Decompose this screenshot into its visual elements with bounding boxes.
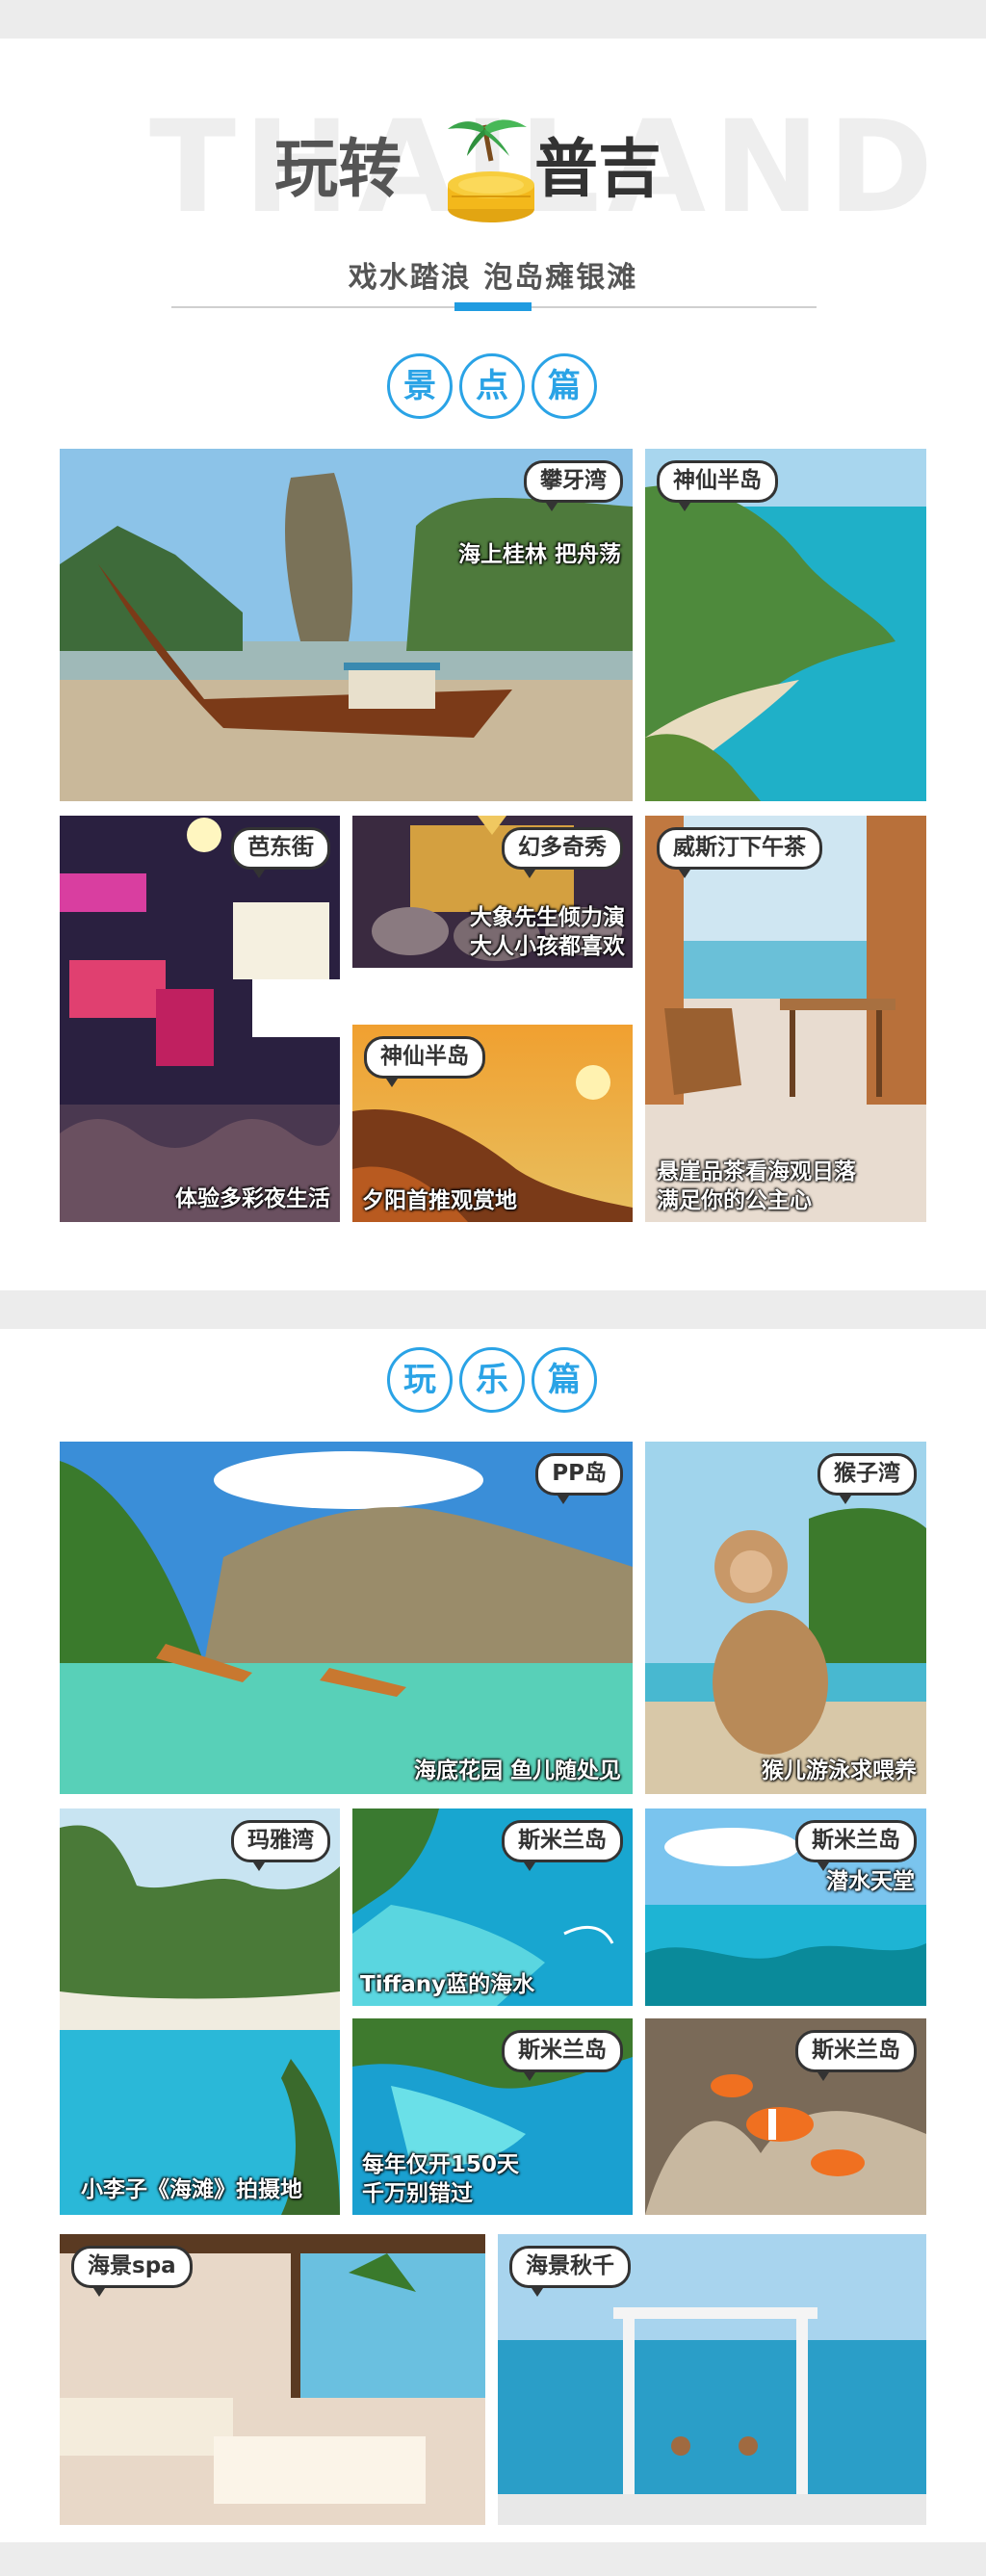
photo-maya-bay[interactable]: 玛雅湾 小李子《海滩》拍摄地 xyxy=(60,1808,340,2215)
palm-coin-icon xyxy=(448,119,534,222)
page-title: 玩转 普吉 xyxy=(274,119,717,241)
tag-bubble: 攀牙湾 xyxy=(524,460,623,511)
tag-bubble: 斯米兰岛 xyxy=(795,1820,917,1871)
photo-caption: 海上桂林 把舟荡 xyxy=(457,542,621,567)
photo-sunset-cape[interactable]: 神仙半岛 夕阳首推观赏地 xyxy=(352,1025,633,1222)
photo-caption: 体验多彩夜生活 xyxy=(175,1186,330,1212)
section-char: 篇 xyxy=(532,1347,597,1413)
photo-similan-aerial[interactable]: 斯米兰岛 Tiffany蓝的海水 xyxy=(352,1808,633,2006)
tag-bubble: 海景spa xyxy=(71,2246,193,2297)
photo-caption: 夕阳首推观赏地 xyxy=(362,1188,517,1214)
title-left: 玩转 xyxy=(274,132,402,206)
photo-fantasea-show[interactable]: 幻多奇秀 大象先生倾力演 大人小孩都喜欢 xyxy=(352,816,633,968)
photo-caption-multi: 每年仅开150天 千万别错过 xyxy=(362,2152,520,2207)
photo-similan-clownfish[interactable]: 斯米兰岛 xyxy=(645,2018,926,2215)
photo-caption: 猴儿游泳求喂养 xyxy=(762,1758,917,1784)
photo-similan-cove[interactable]: 斯米兰岛 每年仅开150天 千万别错过 xyxy=(352,2018,633,2215)
photo-phang-nga-bay[interactable]: 攀牙湾 海上桂林 把舟荡 xyxy=(60,449,633,801)
photo-caption: 小李子《海滩》拍摄地 xyxy=(81,2177,302,2203)
subtitle-accent-bar xyxy=(454,302,532,311)
photo-monkey-bay[interactable]: 猴子湾 猴儿游泳求喂养 xyxy=(645,1442,926,1794)
section-heading-fun: 玩 乐 篇 xyxy=(0,1347,986,1424)
photo-caption: 海底花园 鱼儿随处见 xyxy=(413,1758,621,1784)
photo-similan-dive[interactable]: 斯米兰岛 潜水天堂 xyxy=(645,1808,926,2006)
section-char: 点 xyxy=(459,353,525,419)
tag-bubble: 斯米兰岛 xyxy=(502,2030,623,2081)
photo-phi-phi-island[interactable]: PP岛 海底花园 鱼儿随处见 xyxy=(60,1442,633,1794)
section-heading-spots: 景 点 篇 xyxy=(0,353,986,430)
tag-bubble: PP岛 xyxy=(535,1453,623,1504)
photo-seaview-swing[interactable]: 海景秋千 xyxy=(498,2234,926,2525)
tag-bubble: 斯米兰岛 xyxy=(795,2030,917,2081)
photo-westin-tea[interactable]: 威斯汀下午茶 悬崖品茶看海观日落 满足你的公主心 xyxy=(645,816,926,1222)
photo-seaview-spa[interactable]: 海景spa xyxy=(60,2234,485,2525)
photo-promthep-cape[interactable]: 神仙半岛 xyxy=(645,449,926,801)
photo-caption: Tiffany蓝的海水 xyxy=(360,1972,535,1998)
title-right: 普吉 xyxy=(534,132,662,206)
tag-bubble: 芭东街 xyxy=(231,827,330,878)
tag-bubble: 威斯汀下午茶 xyxy=(657,827,822,878)
section-char: 篇 xyxy=(532,353,597,419)
top-band xyxy=(0,0,986,39)
tag-bubble: 海景秋千 xyxy=(509,2246,631,2297)
photo-caption-multi: 大象先生倾力演 大人小孩都喜欢 xyxy=(470,905,625,960)
section-char: 玩 xyxy=(387,1347,453,1413)
tag-bubble: 神仙半岛 xyxy=(364,1036,485,1087)
tag-bubble: 神仙半岛 xyxy=(657,460,778,511)
photo-caption-multi: 悬崖品茶看海观日落 满足你的公主心 xyxy=(657,1159,856,1214)
tag-bubble: 玛雅湾 xyxy=(231,1820,330,1871)
photo-bangla-road[interactable]: 芭东街 体验多彩夜生活 xyxy=(60,816,340,1222)
subtitle: 戏水踏浪 泡岛瘫银滩 xyxy=(348,261,638,295)
photo-caption: 潜水天堂 xyxy=(826,1869,915,1894)
bottom-band xyxy=(0,2542,986,2576)
tag-bubble: 幻多奇秀 xyxy=(502,827,623,878)
tag-bubble: 斯米兰岛 xyxy=(502,1820,623,1871)
section-char: 乐 xyxy=(459,1347,525,1413)
tag-bubble: 猴子湾 xyxy=(817,1453,917,1504)
section-divider-band xyxy=(0,1290,986,1329)
section-char: 景 xyxy=(387,353,453,419)
